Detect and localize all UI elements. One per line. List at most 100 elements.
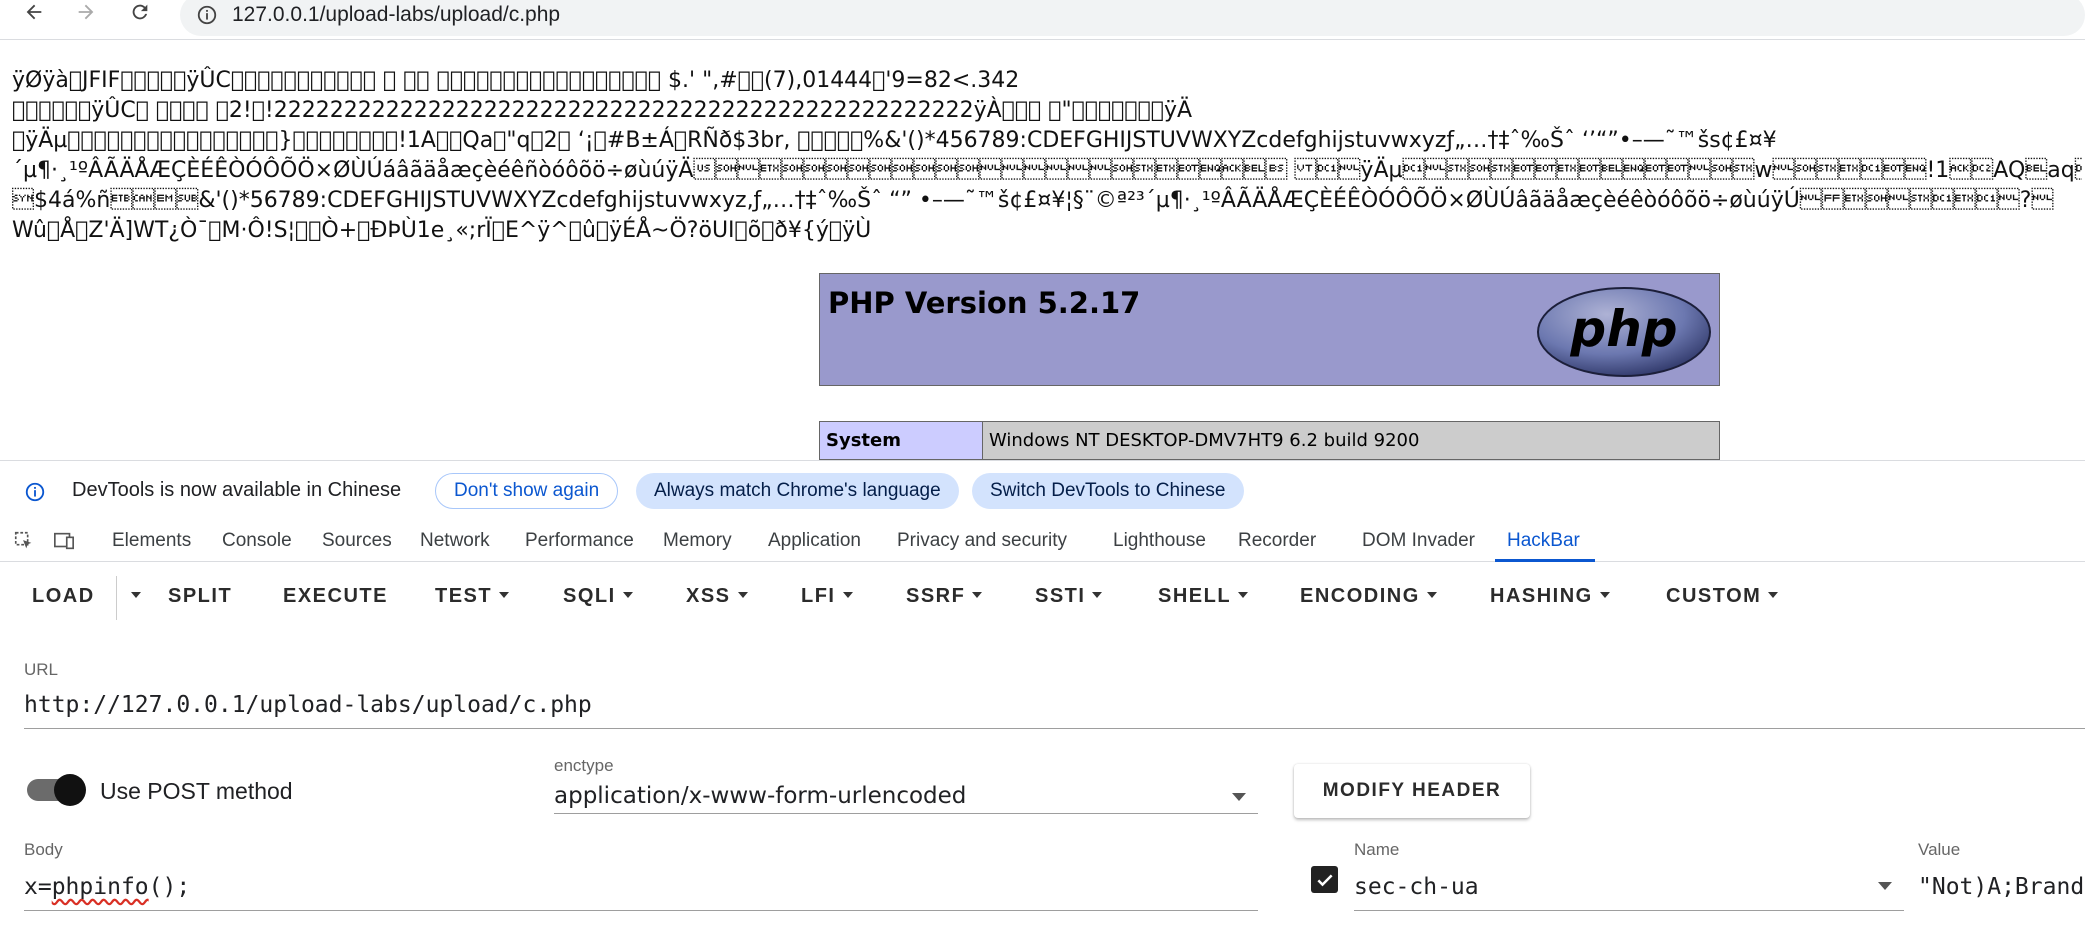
chevron-down-icon (131, 591, 141, 598)
chevron-down-icon (1599, 591, 1610, 598)
arrow-left-icon (26, 4, 42, 20)
chevron-down-icon (499, 591, 510, 598)
always-match-language-button[interactable]: Always match Chrome's language (636, 473, 959, 509)
url-input-underline (24, 728, 2085, 729)
page-viewport: ÿØÿà JFIF  ÿÛC     … (0, 40, 2085, 460)
info-icon (25, 482, 45, 502)
encoding-menu-label: ENCODING (1300, 585, 1420, 607)
hackbar-toolbar: LOAD SPLIT EXECUTE TEST SQLI XSS LFI SSR… (0, 562, 2085, 634)
shell-menu[interactable]: SHELL (1158, 585, 1249, 608)
binary-output: ÿØÿà JFIF  ÿÛC     … (12, 66, 2082, 246)
url-label: URL (24, 660, 59, 679)
binary-line: ´µ¶·¸¹ºÂÃÄÅÆÇÈÉÊÒÓÔÕÖ×ØÙÚáâãäåæçèéêñòóôõ… (12, 158, 2082, 183)
xss-menu[interactable]: XSS (686, 585, 748, 608)
xss-menu-label: XSS (686, 585, 731, 607)
post-toggle-label: Use POST method (100, 778, 293, 804)
chevron-down-icon (842, 591, 853, 598)
binary-line: $4á%ñ&'()*56789:CDEFGHIJSTUVWXYZcde… (12, 188, 2054, 213)
enctype-dropdown-icon[interactable] (1232, 793, 1246, 801)
hashing-menu[interactable]: HASHING (1490, 585, 1610, 608)
back-button[interactable] (12, 0, 56, 30)
system-value: Windows NT DESKTOP-DMV7HT9 6.2 build 920… (982, 421, 1720, 460)
forward-button[interactable] (64, 0, 108, 30)
split-button[interactable]: SPLIT (168, 585, 232, 608)
tab-dom-invader[interactable]: DOM Invader (1362, 530, 1475, 552)
header-value-input[interactable]: "Not)A;Brand (1918, 874, 2085, 900)
tab-recorder[interactable]: Recorder (1238, 530, 1316, 552)
enctype-select[interactable]: application/x-www-form-urlencoded (554, 783, 966, 809)
hashing-menu-label: HASHING (1490, 585, 1593, 607)
inspect-element-icon[interactable] (12, 530, 36, 552)
chevron-down-icon (1238, 591, 1249, 598)
body-input[interactable]: x=phpinfo(); (24, 874, 190, 900)
arrow-right-icon (78, 4, 94, 20)
chevron-down-icon (1768, 591, 1779, 598)
chevron-down-icon (622, 591, 633, 598)
tab-memory[interactable]: Memory (663, 530, 732, 552)
header-name-underline (1354, 910, 1904, 911)
phpinfo-header: PHP Version 5.2.17 php (819, 273, 1720, 386)
url-input[interactable]: http://127.0.0.1/upload-labs/upload/c.ph… (24, 692, 592, 718)
ssti-menu-label: SSTI (1035, 585, 1086, 607)
binary-line:  ÿÛC  2! !2222222222222222222222… (12, 98, 1193, 123)
header-name-input[interactable]: sec-ch-ua (1354, 874, 1479, 900)
tab-hackbar[interactable]: HackBar (1507, 530, 1580, 552)
binary-line:  ÿÄµ   } !1AQa"q… (12, 128, 1777, 153)
enctype-label: enctype (554, 756, 614, 775)
sqli-menu-label: SQLI (563, 585, 616, 607)
tab-network[interactable]: Network (420, 530, 490, 552)
chevron-down-icon (737, 591, 748, 598)
address-url[interactable]: 127.0.0.1/upload-labs/upload/c.php (232, 3, 560, 27)
site-info-icon[interactable] (196, 4, 218, 26)
body-prefix: x= (24, 874, 52, 900)
lfi-menu-label: LFI (801, 585, 836, 607)
custom-menu[interactable]: CUSTOM (1666, 585, 1779, 608)
ssti-menu[interactable]: SSTI (1035, 585, 1103, 608)
tab-console[interactable]: Console (222, 530, 292, 552)
browser-toolbar: 127.0.0.1/upload-labs/upload/c.php (0, 0, 2085, 40)
tab-sources[interactable]: Sources (322, 530, 392, 552)
tab-performance[interactable]: Performance (525, 530, 634, 552)
checkmark-icon (1316, 874, 1333, 886)
chevron-down-icon (1426, 591, 1437, 598)
php-logo: php (1537, 287, 1711, 377)
body-spellcheck-word: phpinfo (51, 874, 149, 900)
shell-menu-label: SHELL (1158, 585, 1232, 607)
encoding-menu[interactable]: ENCODING (1300, 585, 1437, 608)
notice-message: DevTools is now available in Chinese (72, 479, 402, 501)
reload-button[interactable] (118, 0, 162, 30)
body-input-underline (24, 910, 1258, 911)
svg-text:php: php (1569, 300, 1677, 358)
chevron-down-icon (972, 591, 983, 598)
header-name-dropdown-icon[interactable] (1878, 882, 1892, 890)
execute-button[interactable]: EXECUTE (283, 585, 388, 608)
binary-line: ÿØÿà JFIF  ÿÛC     … (12, 68, 1020, 93)
sqli-menu[interactable]: SQLI (563, 585, 633, 608)
php-version-title: PHP Version 5.2.17 (828, 286, 1141, 320)
modify-header-button[interactable]: MODIFY HEADER (1294, 764, 1530, 818)
header-name-label: Name (1354, 840, 1400, 859)
test-menu[interactable]: TEST (435, 585, 510, 608)
ssrf-menu-label: SSRF (906, 585, 966, 607)
load-button[interactable]: LOAD (32, 585, 95, 608)
tab-application[interactable]: Application (768, 530, 861, 552)
tab-elements[interactable]: Elements (112, 530, 191, 552)
header-enabled-checkbox[interactable] (1311, 866, 1338, 893)
table-row: System Windows NT DESKTOP-DMV7HT9 6.2 bu… (819, 421, 1720, 460)
reload-icon (132, 4, 148, 20)
tab-privacy-security[interactable]: Privacy and security (897, 530, 1067, 552)
body-label: Body (24, 840, 63, 859)
ssrf-menu[interactable]: SSRF (906, 585, 983, 608)
enctype-underline (554, 813, 1258, 814)
post-toggle[interactable] (54, 774, 86, 806)
load-separator (116, 576, 117, 620)
device-toolbar-icon[interactable] (52, 530, 76, 552)
chevron-down-icon (1092, 591, 1103, 598)
switch-to-chinese-button[interactable]: Switch DevTools to Chinese (972, 473, 1244, 509)
dont-show-again-button[interactable]: Don't show again (435, 473, 619, 509)
load-dropdown-button[interactable] (124, 585, 141, 608)
lfi-menu[interactable]: LFI (801, 585, 853, 608)
tab-lighthouse[interactable]: Lighthouse (1113, 530, 1206, 552)
address-bar[interactable]: 127.0.0.1/upload-labs/upload/c.php (180, 0, 2085, 36)
body-suffix: (); (148, 874, 191, 900)
